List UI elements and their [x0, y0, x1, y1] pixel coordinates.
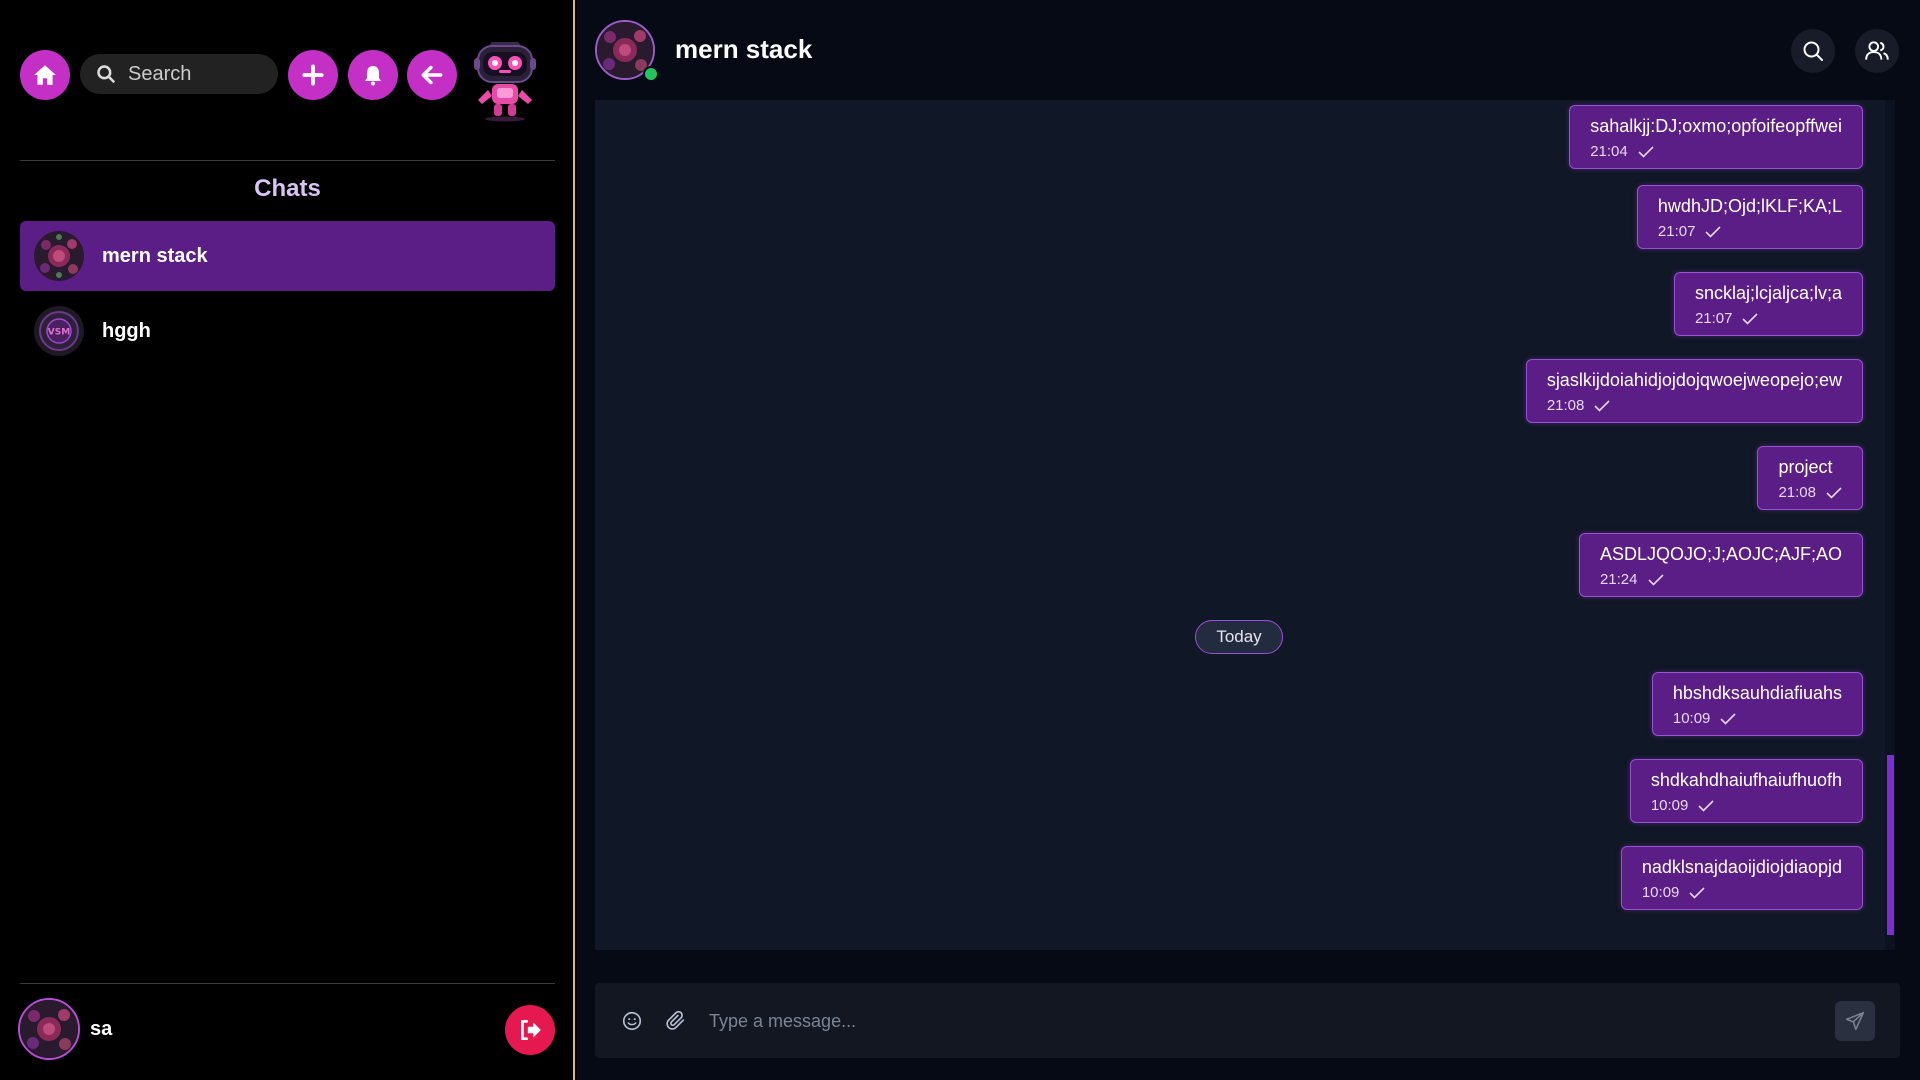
message-time: 10:09	[1641, 884, 1680, 901]
home-icon	[34, 65, 56, 85]
bell-icon	[365, 66, 381, 86]
message-time: 21:07	[1694, 310, 1733, 327]
search-icon	[1803, 41, 1823, 61]
message-list[interactable]: sahalkjj:DJ;oxmo;opfoifeopffwei 21:04 hw…	[595, 100, 1895, 950]
new-chat-button[interactable]	[288, 50, 338, 100]
svg-text:VSM: VSM	[48, 328, 70, 338]
check-icon	[1742, 312, 1759, 325]
message-time: 21:08	[1778, 484, 1816, 501]
sidebar-divider-top	[20, 160, 555, 161]
send-icon	[1845, 1011, 1865, 1031]
message-text: shdkahdhaiufhaiufhuofh	[1650, 770, 1842, 790]
users-icon	[1865, 41, 1889, 60]
chat-header: mern stack	[577, 0, 1920, 100]
arrow-left-icon	[421, 65, 443, 85]
message-bubble[interactable]: sjaslkijdoiahidjojdojqwoejweopejo;ew 21:…	[1525, 359, 1863, 423]
message-bubble[interactable]: sncklaj;lcjaljca;lv;a 21:07	[1673, 272, 1863, 336]
check-icon	[1647, 573, 1664, 586]
check-icon	[1638, 145, 1654, 158]
message-text: sjaslkijdoiahidjojdojqwoejweopejo;ew	[1546, 370, 1842, 390]
check-icon	[1720, 712, 1736, 725]
chat-item-mern-stack[interactable]: mern stack	[20, 221, 555, 291]
chats-heading: Chats	[254, 175, 321, 202]
message-scrollbar[interactable]	[1885, 100, 1895, 950]
message-bubble[interactable]: shdkahdhaiufhaiufhuofh 10:09	[1629, 759, 1863, 823]
message-time: 21:04	[1590, 143, 1628, 160]
message-bubble[interactable]: hwdhJD;Ojd;lKLF;KA;L 21:07	[1636, 185, 1863, 249]
paperclip-icon[interactable]	[665, 1010, 687, 1032]
members-button[interactable]	[1855, 29, 1899, 73]
message-text: ASDLJQOJO;J;AOJC;AJF;AO	[1599, 544, 1842, 564]
message-time: 21:24	[1599, 571, 1638, 588]
current-user[interactable]: sa	[18, 998, 112, 1060]
check-icon	[1689, 886, 1705, 899]
message-bubble[interactable]: nadklsnajdaoijdiojdiaopjd 10:09	[1620, 846, 1863, 910]
emoji-icon[interactable]	[621, 1010, 643, 1032]
avatar	[18, 998, 80, 1060]
message-text: sahalkjj:DJ;oxmo;opfoifeopffwei	[1590, 116, 1842, 136]
message-text: project	[1778, 457, 1833, 477]
plus-icon	[302, 64, 324, 86]
message-bubble[interactable]: project 21:08	[1757, 446, 1863, 510]
sidebar-divider-bottom	[20, 983, 555, 984]
scrollbar-thumb[interactable]	[1887, 755, 1894, 935]
message-text: hwdhJD;Ojd;lKLF;KA;L	[1657, 196, 1842, 216]
message-time: 21:08	[1546, 397, 1585, 414]
check-icon	[1826, 486, 1842, 499]
back-button[interactable]	[407, 50, 457, 100]
current-user-name: sa	[90, 1017, 113, 1040]
message-text: nadklsnajdaoijdiojdiaopjd	[1641, 857, 1842, 877]
avatar	[34, 231, 84, 281]
chat-panel: mern stack sahalkjj:DJ;oxmo;opfoifeopffw…	[577, 0, 1920, 1080]
chat-title: mern stack	[675, 34, 813, 64]
search-input[interactable]	[126, 61, 270, 87]
chat-name: hggh	[102, 319, 151, 342]
message-bubble[interactable]: hbshdksauhdiafiuahs 10:09	[1651, 672, 1863, 736]
message-text: hbshdksauhdiafiuahs	[1672, 683, 1842, 703]
notifications-button[interactable]	[348, 50, 398, 100]
robot-mascot	[470, 40, 540, 122]
logout-icon	[521, 1019, 541, 1041]
message-time: 10:09	[1650, 797, 1689, 814]
date-separator: Today	[1195, 620, 1283, 654]
send-button[interactable]	[1835, 1001, 1875, 1041]
message-time: 10:09	[1672, 710, 1711, 727]
check-icon	[1705, 225, 1722, 238]
search-icon	[97, 65, 115, 83]
check-icon	[1594, 399, 1610, 412]
search-box[interactable]	[80, 54, 278, 94]
logout-button[interactable]	[505, 1005, 555, 1055]
home-button[interactable]	[20, 50, 70, 100]
message-bubble[interactable]: ASDLJQOJO;J;AOJC;AJF;AO 21:24	[1578, 533, 1863, 597]
message-text: sncklaj;lcjaljca;lv;a	[1694, 283, 1842, 303]
message-bubble[interactable]: sahalkjj:DJ;oxmo;opfoifeopffwei 21:04	[1569, 105, 1863, 169]
online-indicator	[643, 66, 659, 82]
chat-name: mern stack	[102, 244, 208, 267]
sidebar: Chats mern stack VSM hggh	[0, 0, 575, 1080]
message-composer	[595, 983, 1900, 1058]
message-input[interactable]	[707, 1001, 1811, 1041]
chat-search-button[interactable]	[1791, 29, 1835, 73]
message-time: 21:07	[1657, 223, 1696, 240]
avatar: VSM	[34, 306, 84, 356]
chat-item-hggh[interactable]: VSM hggh	[20, 296, 555, 366]
check-icon	[1698, 799, 1714, 812]
